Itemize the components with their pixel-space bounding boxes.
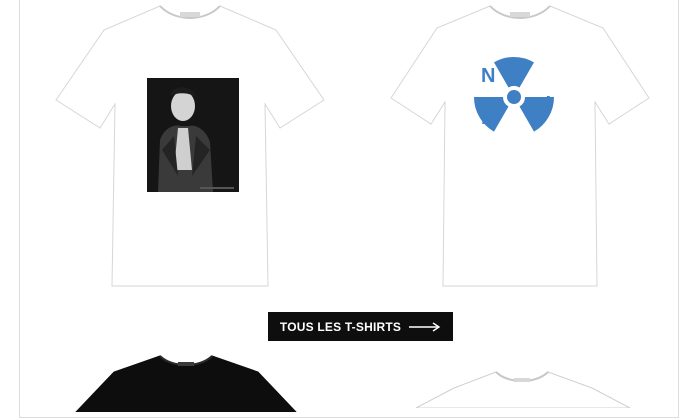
tshirt-label-tag [178,362,194,366]
print-letter: N [481,65,495,87]
product-tshirt-photo[interactable] [50,0,330,292]
tshirt-radiation-image: NN! [390,5,650,287]
tshirt-label-tag [514,378,530,382]
product-tshirt-black[interactable] [68,352,304,412]
product-tshirt-white[interactable] [410,368,636,408]
arrow-right-icon [409,321,441,332]
tshirt-black-image [75,355,297,412]
portrait-print [147,78,239,192]
print-letter: ! [545,93,552,115]
all-tshirts-button[interactable]: TOUS LES T-SHIRTS [268,312,453,341]
tshirt-photo-image [55,5,325,287]
tshirt-label-tag [510,12,530,17]
tshirt-white-image [415,371,631,408]
tshirt-label-tag [180,12,200,17]
all-tshirts-label: TOUS LES T-SHIRTS [279,319,402,334]
print-letter: N [481,107,495,129]
product-tshirt-radiation[interactable]: N N! [385,0,655,292]
radiation-center [507,90,521,104]
